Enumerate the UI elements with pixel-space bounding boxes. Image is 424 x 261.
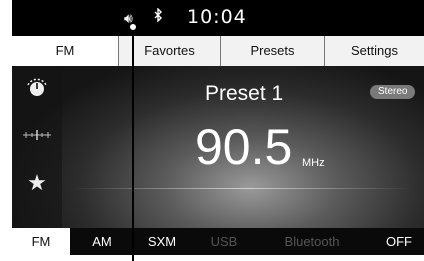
star-icon[interactable]: ★ [12, 170, 62, 196]
source-sxm[interactable]: SXM [142, 228, 182, 255]
callout-line [132, 24, 134, 261]
source-fm[interactable]: FM [12, 228, 70, 255]
divider-line [72, 188, 412, 189]
tab-fm[interactable]: FM [12, 36, 118, 66]
bluetooth-icon [154, 7, 163, 26]
tab-presets[interactable]: Presets [220, 36, 324, 66]
source-usb: USB [210, 234, 238, 249]
callout-dot [128, 22, 138, 32]
stereo-badge: Stereo [370, 85, 416, 99]
tab-settings[interactable]: Settings [324, 36, 424, 66]
tab-bar: FM Favortes Presets Settings [12, 36, 424, 66]
source-bar: FM AM SXM USB Bluetooth OFF [12, 228, 424, 255]
clock: 10:04 [187, 6, 247, 28]
now-playing-panel: ★ Preset 1 Stereo 90.5 MHz [12, 66, 424, 228]
tuner-dial-icon[interactable] [12, 76, 62, 105]
radio-screen: 🔊︎ 10:04 FM Favortes Presets Settings ★ … [12, 0, 424, 255]
source-off[interactable]: OFF [380, 228, 418, 255]
preset-name: Preset 1 [205, 82, 284, 105]
signal-scale-icon[interactable] [12, 128, 62, 146]
frequency-display: 90.5 [195, 119, 293, 175]
side-toolbar: ★ [12, 66, 62, 228]
status-bar: 🔊︎ 10:04 [12, 0, 424, 36]
source-am[interactable]: AM [84, 228, 120, 255]
source-bluetooth: Bluetooth [284, 234, 340, 249]
frequency-unit: MHz [302, 157, 325, 169]
